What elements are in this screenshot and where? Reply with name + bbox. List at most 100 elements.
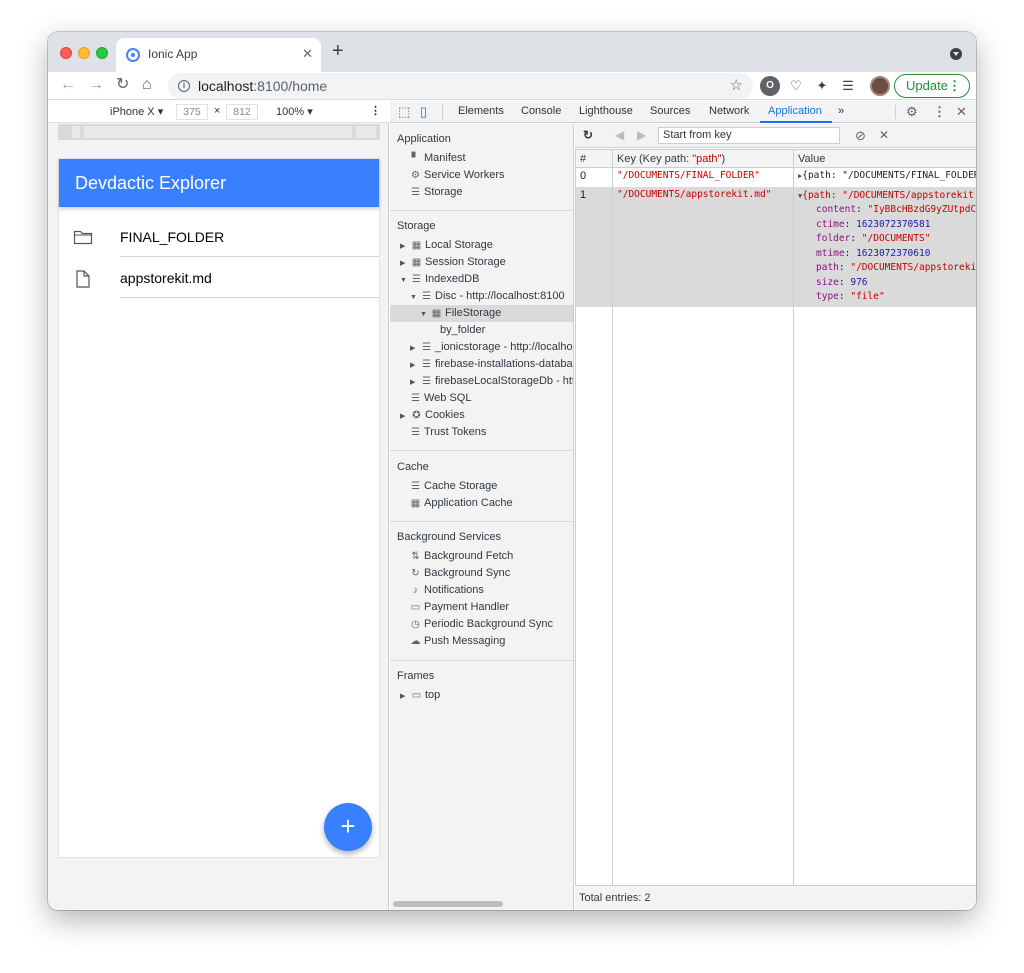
sidebar-item-manifest[interactable]: ▘ Manifest bbox=[409, 150, 466, 167]
tab-console[interactable]: Console bbox=[521, 105, 561, 117]
start-key-input[interactable]: Start from key bbox=[658, 127, 840, 144]
database-icon: ☰ bbox=[422, 291, 431, 302]
column-header-key[interactable]: Key (Key path: "path") bbox=[612, 149, 794, 168]
clear-objectstore-icon[interactable]: ⊘ bbox=[855, 128, 866, 144]
sidebar-item-cache-storage[interactable]: ☰ Cache Storage bbox=[409, 478, 497, 495]
device-more-icon[interactable]: ⋮ bbox=[370, 104, 381, 117]
sidebar-item-cookies[interactable]: ▶ ✪ Cookies bbox=[400, 407, 465, 424]
device-width-input[interactable]: 375 bbox=[176, 104, 208, 120]
media-query-bar[interactable] bbox=[58, 124, 380, 140]
close-tab-icon[interactable]: ✕ bbox=[302, 46, 313, 62]
sidebar-item-firebase-installations[interactable]: ▶ ☰ firebase-installations-database bbox=[410, 356, 573, 374]
expand-arrow-icon[interactable]: ▶ bbox=[400, 408, 410, 425]
sidebar-item-frame-top[interactable]: ▶ ▭ top bbox=[400, 687, 440, 704]
update-button[interactable]: Update ⋮ bbox=[894, 74, 970, 98]
delete-selected-icon[interactable]: ✕ bbox=[879, 128, 889, 142]
device-select[interactable]: iPhone X ▾ bbox=[110, 105, 163, 118]
pocket-icon[interactable]: ♡ bbox=[786, 76, 806, 96]
home-icon[interactable]: ⌂ bbox=[142, 75, 152, 95]
sidebar-item-trust-tokens[interactable]: ☰ Trust Tokens bbox=[409, 424, 486, 441]
sidebar-scrollbar[interactable] bbox=[393, 901, 503, 907]
add-fab-button[interactable]: + bbox=[324, 803, 372, 851]
forward-icon[interactable]: → bbox=[88, 75, 104, 95]
expand-arrow-icon[interactable]: ▶ bbox=[400, 688, 410, 705]
address-bar[interactable]: i localhost:8100/home ☆ bbox=[168, 73, 753, 99]
sidebar-item-by-folder[interactable]: by_folder bbox=[440, 322, 485, 339]
sidebar-item-indexeddb[interactable]: ▼ ☰ IndexedDB bbox=[400, 271, 479, 288]
sidebar-item-filestorage[interactable]: ▼ ▦ FileStorage bbox=[420, 305, 501, 322]
zoom-window-button[interactable] bbox=[96, 47, 108, 59]
tab-search-icon[interactable] bbox=[950, 48, 962, 60]
tab-lighthouse[interactable]: Lighthouse bbox=[579, 105, 633, 117]
browser-toolbar: ← → ↻ ⌂ i localhost:8100/home ☆ O ♡ ✦ ☰ … bbox=[48, 72, 976, 100]
minimize-window-button[interactable] bbox=[78, 47, 90, 59]
profile-avatar[interactable] bbox=[870, 76, 890, 96]
collapse-arrow-icon[interactable]: ▼ bbox=[410, 289, 420, 306]
extension-1password-icon[interactable]: O bbox=[760, 76, 780, 96]
sidebar-item-ionicstorage[interactable]: ▶☰_ionicstorage - http://localhost:8100 bbox=[410, 339, 573, 357]
expand-arrow-icon[interactable]: ▶ bbox=[410, 340, 420, 357]
list-item[interactable]: FINAL_FOLDER bbox=[59, 216, 379, 257]
tab-application[interactable]: Application bbox=[768, 105, 822, 117]
sidebar-item-firebase-localstorage[interactable]: ▶☰firebaseLocalStorageDb - http://localh… bbox=[410, 373, 573, 391]
browser-window: Ionic App ✕ + ← → ↻ ⌂ i localhost:8100/h… bbox=[48, 32, 976, 910]
tab-sources[interactable]: Sources bbox=[650, 105, 690, 117]
tab-network[interactable]: Network bbox=[709, 105, 749, 117]
sidebar-item-storage[interactable]: ☰ Storage bbox=[409, 184, 463, 201]
sidebar-item-web-sql[interactable]: ☰ Web SQL bbox=[409, 390, 471, 407]
sidebar-item-application-cache[interactable]: ▦ Application Cache bbox=[409, 495, 513, 512]
sidebar-item-session-storage[interactable]: ▶ ▦ Session Storage bbox=[400, 254, 506, 271]
table-row[interactable]: 0 "/DOCUMENTS/FINAL_FOLDER" ▶{path: "/DO… bbox=[575, 167, 976, 187]
sidebar-item-background-sync[interactable]: ↻ Background Sync bbox=[409, 565, 510, 582]
sidebar-item-payment-handler[interactable]: ▭ Payment Handler bbox=[409, 599, 509, 616]
expand-arrow-icon[interactable]: ▶ bbox=[410, 357, 420, 374]
sidebar-item-db-disc[interactable]: ▼ ☰ Disc - http://localhost:8100 bbox=[410, 288, 565, 305]
favicon-icon bbox=[126, 48, 140, 62]
device-height-input[interactable]: 812 bbox=[226, 104, 258, 120]
sidebar-item-notifications[interactable]: ♪ Notifications bbox=[409, 582, 484, 599]
column-header-value[interactable]: Value bbox=[793, 149, 976, 168]
refresh-icon[interactable]: ↻ bbox=[583, 128, 593, 142]
table-icon: ▦ bbox=[411, 257, 422, 268]
sidebar-item-local-storage[interactable]: ▶ ▦ Local Storage bbox=[400, 237, 493, 254]
device-toolbar: iPhone X ▾ 375 × 812 100% ▾ ⋮ bbox=[48, 101, 389, 123]
tab-elements[interactable]: Elements bbox=[458, 105, 504, 117]
collapse-arrow-icon[interactable]: ▼ bbox=[400, 272, 410, 289]
more-tabs-icon[interactable]: » bbox=[838, 105, 844, 117]
devtools-menu-icon[interactable]: ⋮ bbox=[933, 104, 946, 120]
close-devtools-icon[interactable]: ✕ bbox=[956, 104, 967, 120]
zoom-select[interactable]: 100% ▾ bbox=[276, 105, 313, 118]
column-header-index[interactable]: # bbox=[575, 149, 613, 168]
data-table: # Key (Key path: "path") Value 0 "/DOCUM… bbox=[575, 149, 976, 891]
info-icon[interactable]: i bbox=[178, 80, 190, 92]
expand-arrow-icon[interactable]: ▶ bbox=[410, 374, 420, 391]
data-toolbar: ↻ ◀ ▶ Start from key ⊘ ✕ bbox=[575, 124, 976, 148]
collapse-arrow-icon[interactable]: ▼ bbox=[420, 306, 430, 323]
close-window-button[interactable] bbox=[60, 47, 72, 59]
sidebar-item-service-workers[interactable]: ⚙ Service Workers bbox=[409, 167, 504, 184]
expand-arrow-icon[interactable]: ▶ bbox=[400, 255, 410, 272]
section-header-application: Application bbox=[397, 133, 451, 145]
list-item[interactable]: appstorekit.md bbox=[59, 257, 379, 298]
table-row[interactable]: 1 "/DOCUMENTS/appstorekit.md" ▼{path: "/… bbox=[575, 186, 976, 307]
next-page-icon[interactable]: ▶ bbox=[637, 128, 646, 142]
prev-page-icon[interactable]: ◀ bbox=[615, 128, 624, 142]
sidebar-item-background-fetch[interactable]: ⇅ Background Fetch bbox=[409, 548, 513, 565]
reload-icon[interactable]: ↻ bbox=[116, 75, 129, 95]
browser-tab[interactable]: Ionic App ✕ bbox=[116, 38, 321, 72]
sidebar-item-push-messaging[interactable]: ☁ Push Messaging bbox=[409, 633, 506, 650]
extensions-puzzle-icon[interactable]: ✦ bbox=[812, 76, 832, 96]
expand-arrow-icon[interactable]: ▶ bbox=[400, 238, 410, 255]
back-icon[interactable]: ← bbox=[60, 75, 76, 95]
device-toggle-icon[interactable]: ▯ bbox=[420, 104, 427, 120]
section-header-background-services: Background Services bbox=[397, 531, 501, 543]
bookmark-star-icon[interactable]: ☆ bbox=[730, 76, 743, 94]
new-tab-button[interactable]: + bbox=[332, 41, 344, 61]
reading-list-icon[interactable]: ☰ bbox=[838, 76, 858, 96]
bell-icon: ♪ bbox=[413, 585, 418, 596]
sidebar-item-periodic-background-sync[interactable]: ◷ Periodic Background Sync bbox=[409, 616, 553, 633]
indexeddb-content: ↻ ◀ ▶ Start from key ⊘ ✕ # Key (Key path… bbox=[575, 124, 976, 910]
table-icon: ▦ bbox=[411, 240, 422, 251]
inspect-element-icon[interactable]: ⬚ bbox=[398, 104, 410, 120]
settings-gear-icon[interactable]: ⚙ bbox=[906, 104, 918, 120]
